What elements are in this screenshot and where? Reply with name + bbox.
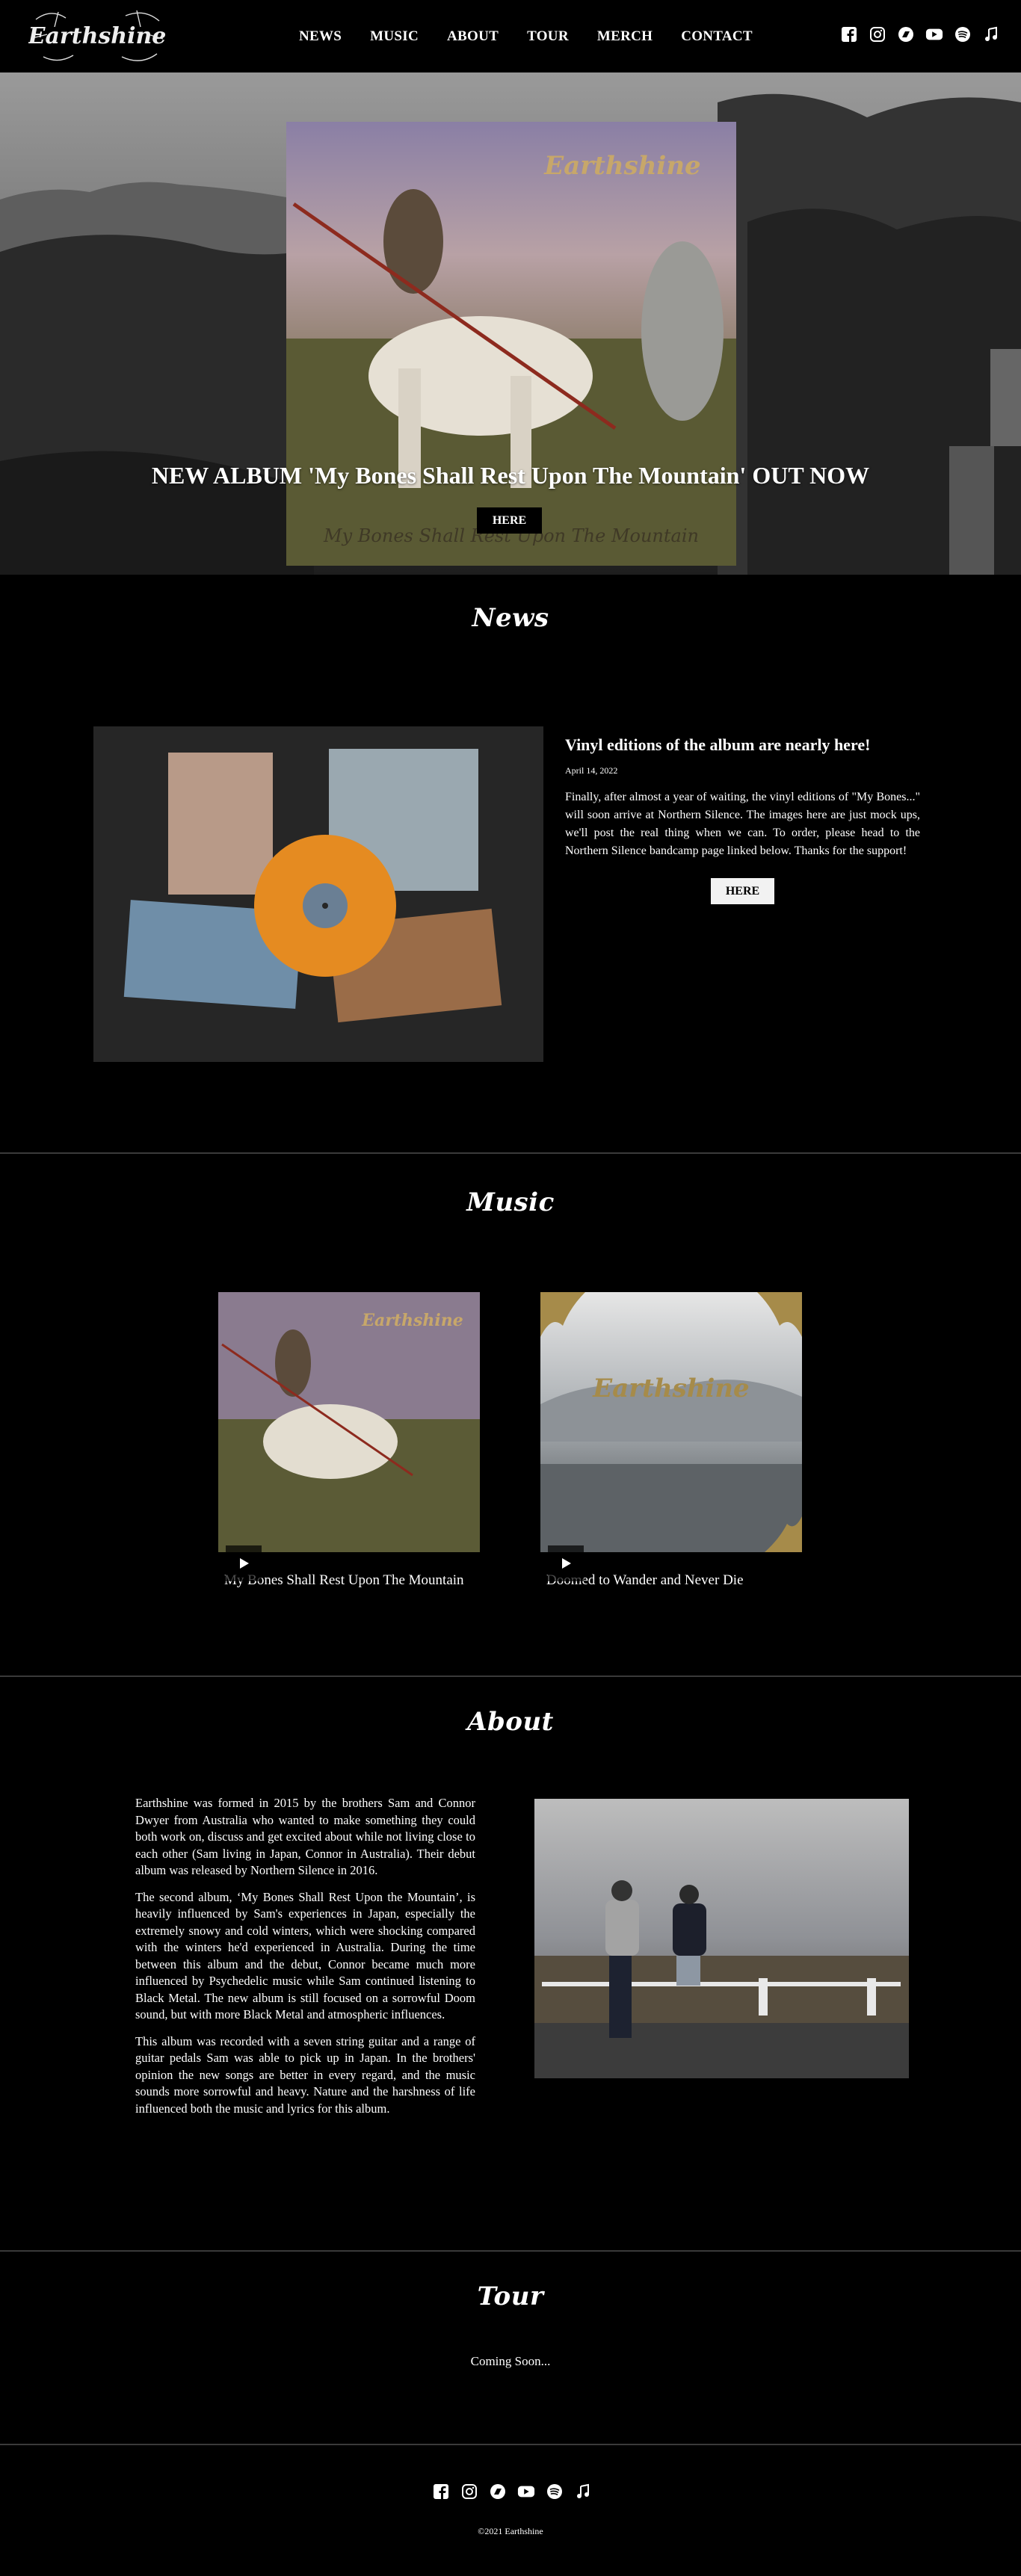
news-section-title: News: [472, 603, 549, 633]
nav-music[interactable]: MUSIC: [370, 28, 419, 45]
nav-about[interactable]: ABOUT: [447, 28, 499, 45]
track-card[interactable]: Earthshine Doomed to Wander and Never Di…: [540, 1292, 802, 1589]
vinyl-mockup-image: [93, 726, 543, 1062]
spotify-icon[interactable]: [954, 25, 972, 43]
about-section-title: About: [467, 1707, 554, 1737]
bandcamp-icon[interactable]: [897, 25, 915, 43]
svg-text:Earthshine: Earthshine: [28, 23, 166, 49]
about-paragraph: This album was recorded with a seven str…: [135, 2033, 475, 2116]
news-headline: Vinyl editions of the album are nearly h…: [565, 735, 871, 754]
tour-section-title: Tour: [477, 2282, 544, 2311]
facebook-icon[interactable]: [432, 2483, 450, 2501]
svg-text:Earthshine: Earthshine: [361, 1311, 463, 1330]
hero-here-button[interactable]: HERE: [477, 507, 542, 534]
news-section: News Vinyl editions of the album are nea…: [0, 575, 1021, 1152]
about-paragraph: The second album, ‘My Bones Shall Rest U…: [135, 1889, 475, 2022]
site-logo[interactable]: Earthshine: [28, 4, 167, 68]
play-button-icon[interactable]: [226, 1545, 262, 1581]
about-text: Earthshine was formed in 2015 by the bro…: [135, 1795, 475, 2127]
nav-merch[interactable]: MERCH: [597, 28, 653, 45]
news-date: April 14, 2022: [565, 765, 618, 776]
nav-news[interactable]: NEWS: [299, 28, 342, 45]
spotify-icon[interactable]: [546, 2483, 564, 2501]
play-button-icon[interactable]: [548, 1545, 584, 1581]
album-cover-my-bones: Earthshine: [218, 1292, 480, 1552]
youtube-icon[interactable]: [517, 2483, 535, 2501]
hero-banner: Earthshine My Bones Shall Rest Upon The …: [0, 72, 1021, 575]
site-header: Earthshine NEWS MUSIC ABOUT TOUR MERCH C…: [0, 0, 1021, 72]
apple-music-icon[interactable]: [574, 2483, 592, 2501]
apple-music-icon[interactable]: [982, 25, 1000, 43]
music-section-title: Music: [466, 1187, 555, 1217]
main-nav: NEWS MUSIC ABOUT TOUR MERCH CONTACT: [299, 28, 781, 45]
youtube-icon[interactable]: [925, 25, 943, 43]
instagram-icon[interactable]: [869, 25, 886, 43]
album-cover-doomed: Earthshine: [540, 1292, 802, 1552]
svg-text:Earthshine: Earthshine: [592, 1374, 749, 1403]
track-card[interactable]: Earthshine My Bones Shall Rest Upon The …: [218, 1292, 480, 1589]
bandcamp-icon[interactable]: [489, 2483, 507, 2501]
nav-tour[interactable]: TOUR: [527, 28, 569, 45]
footer-social-links: [432, 2483, 592, 2501]
social-links: [840, 25, 1000, 43]
tour-section: Tour Coming Soon...: [0, 2252, 1021, 2444]
instagram-icon[interactable]: [460, 2483, 478, 2501]
album-cover-art: Earthshine My Bones Shall Rest Upon The …: [286, 122, 736, 566]
tour-status: Coming Soon...: [470, 2354, 551, 2368]
band-photo: [534, 1799, 909, 2078]
news-article: Vinyl editions of the album are nearly h…: [565, 735, 920, 904]
music-section: Music Earthshine My Bones Shall Rest Upo…: [0, 1154, 1021, 1675]
hero-headline: NEW ALBUM 'My Bones Shall Rest Upon The …: [151, 462, 870, 489]
news-body: Finally, after almost a year of waiting,…: [565, 791, 920, 857]
site-footer: ©2021 Earthshine: [0, 2445, 1021, 2576]
news-here-button[interactable]: HERE: [711, 878, 774, 904]
svg-text:Earthshine: Earthshine: [543, 151, 700, 181]
facebook-icon[interactable]: [840, 25, 858, 43]
copyright: ©2021 Earthshine: [478, 2526, 543, 2536]
about-paragraph: Earthshine was formed in 2015 by the bro…: [135, 1796, 475, 1877]
nav-contact[interactable]: CONTACT: [681, 28, 753, 45]
about-section: About Earthshine was formed in 2015 by t…: [0, 1677, 1021, 2250]
